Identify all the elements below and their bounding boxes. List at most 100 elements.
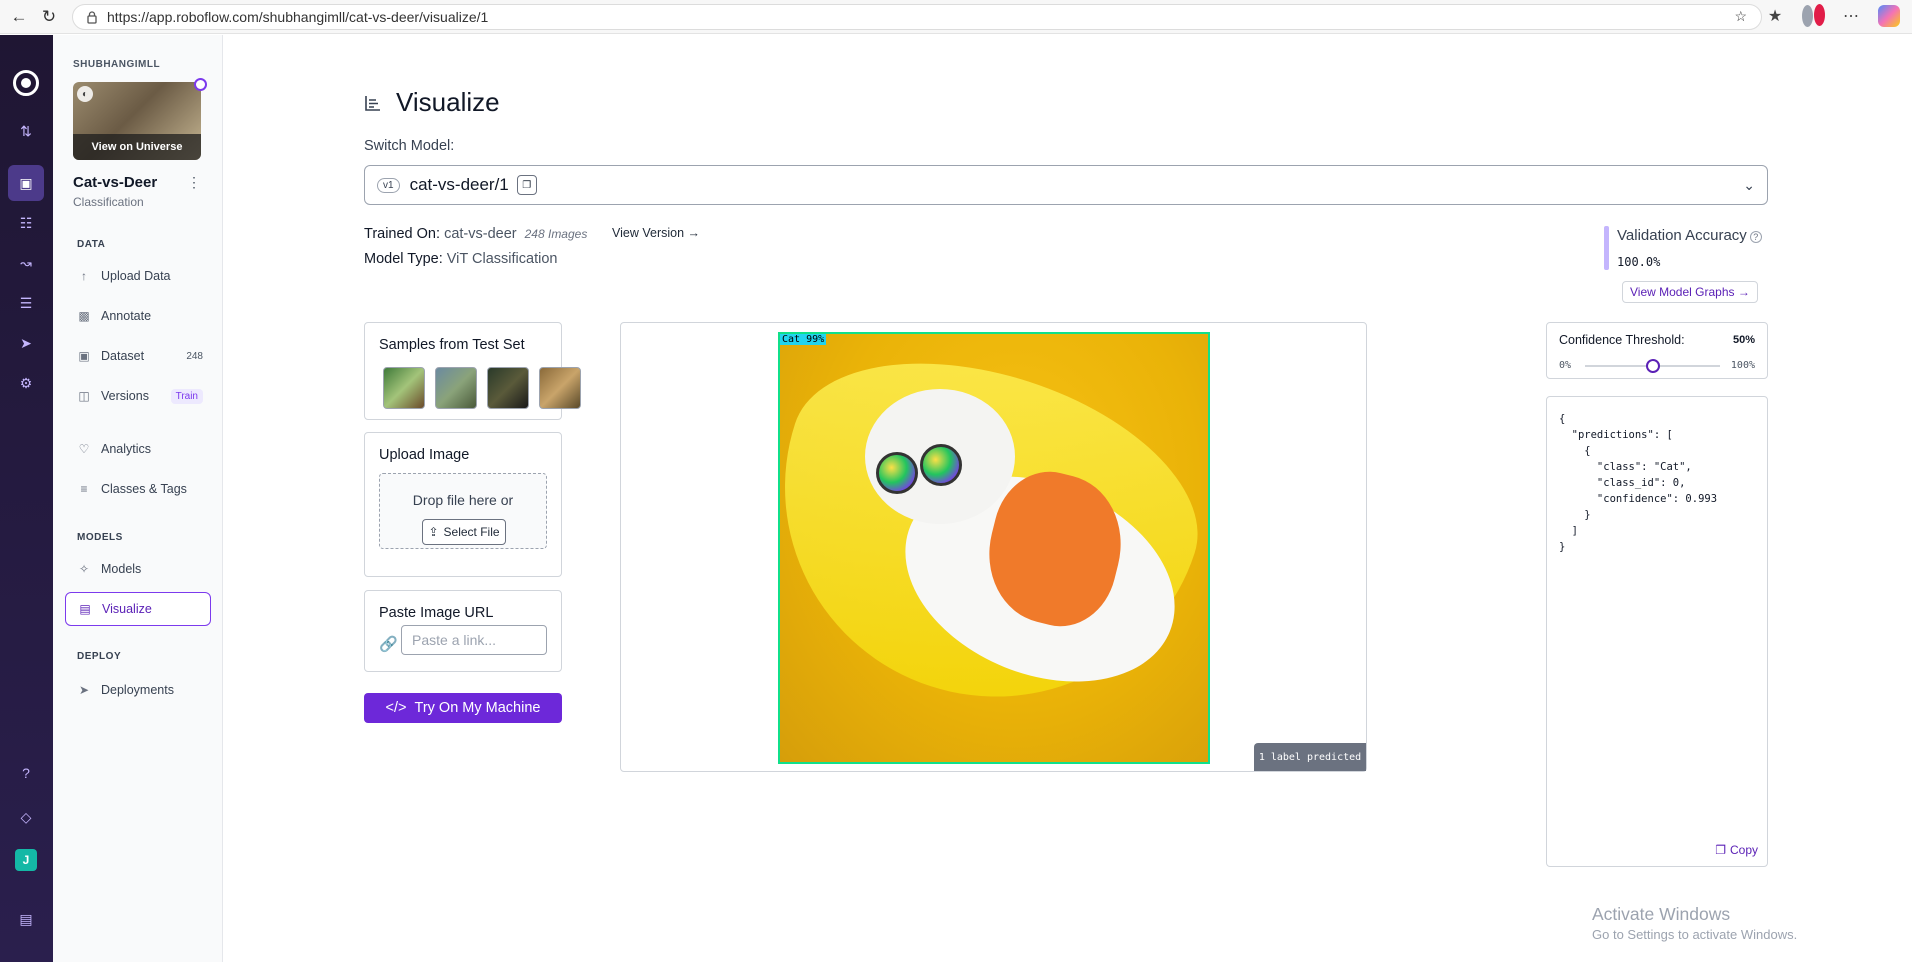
roboflow-logo-icon[interactable] — [8, 65, 44, 101]
select-file-button[interactable]: ⇪ Select File — [422, 519, 506, 545]
favorite-star-icon[interactable]: ☆ — [1734, 8, 1747, 25]
chevron-down-icon: ⌄ — [1743, 177, 1755, 193]
sidebar-item-dataset[interactable]: ▣ Dataset 248 — [65, 339, 211, 373]
address-bar[interactable]: https://app.roboflow.com/shubhangimll/ca… — [72, 4, 1762, 30]
model-type-value: ViT Classification — [446, 251, 558, 267]
project-sidebar: SHUBHANGIMLL ◐ View on Universe Cat-vs-D… — [53, 35, 223, 962]
model-name: cat-vs-deer/1 — [409, 175, 509, 194]
page-title: Visualize — [364, 87, 500, 118]
versions-icon: ◫ — [78, 389, 90, 403]
annotate-icon: ▩ — [78, 309, 90, 323]
help-icon[interactable]: ? — [8, 755, 44, 791]
sample-thumbnail[interactable] — [487, 367, 529, 409]
section-deploy: DEPLOY — [77, 651, 122, 662]
sample-thumbnail[interactable] — [539, 367, 581, 409]
workspace-name[interactable]: SHUBHANGIMLL — [73, 59, 160, 70]
upload-icon: ↑ — [81, 269, 87, 283]
train-badge[interactable]: Train — [170, 388, 203, 404]
confidence-slider-thumb[interactable] — [1645, 359, 1660, 373]
json-output-card: { "predictions": [ { "class": "Cat", "cl… — [1546, 396, 1768, 867]
sample-thumbnail[interactable] — [383, 367, 425, 409]
back-icon[interactable]: ← — [8, 6, 30, 28]
version-badge: v1 — [377, 177, 400, 193]
notifications-icon[interactable]: ◇ — [8, 799, 44, 835]
section-data: DATA — [77, 239, 106, 250]
model-type: Model Type: ViT Classification — [364, 251, 558, 267]
confidence-value: 50% — [1732, 334, 1755, 346]
windows-activation-watermark: Activate Windows Go to Settings to activ… — [1592, 904, 1798, 942]
main-content: Visualize Switch Model: v1 cat-vs-deer/1… — [224, 35, 1912, 962]
confidence-label: Confidence Threshold: — [1559, 333, 1685, 347]
monitoring-icon[interactable]: ↝ — [8, 245, 44, 281]
sidebar-item-analytics[interactable]: ♡ Analytics — [65, 432, 211, 466]
app-rail: ⇅ ▣ ☷ ↝ ☰ ➤ ⚙ ? ◇ J ▤ — [0, 35, 53, 962]
link-icon: 🔗 — [379, 636, 398, 653]
section-models: MODELS — [77, 532, 123, 543]
paste-url-title: Paste Image URL — [379, 605, 494, 621]
transfer-icon[interactable]: ⇅ — [8, 113, 44, 149]
sidebar-item-annotate[interactable]: ▩ Annotate — [65, 299, 211, 333]
sidebar-item-upload-data[interactable]: ↑ Upload Data — [65, 259, 211, 293]
drop-text: Drop file here or — [412, 492, 514, 508]
accuracy-indicator — [1604, 226, 1609, 270]
confidence-card: Confidence Threshold: 50% 0% 100% — [1546, 322, 1768, 379]
try-on-my-machine-button[interactable]: </> Try On My Machine — [364, 693, 562, 723]
confidence-slider[interactable] — [1585, 359, 1720, 373]
upload-image-card: Upload Image Drop file here or ⇪ Select F… — [364, 432, 562, 577]
paste-url-input[interactable] — [401, 625, 547, 655]
globe-icon: ◐ — [77, 86, 93, 102]
url-text: https://app.roboflow.com/shubhangimll/ca… — [107, 9, 489, 25]
view-version-link[interactable]: View Version → — [612, 226, 700, 240]
deployments-icon: ➤ — [78, 683, 90, 697]
sidebar-item-deployments[interactable]: ➤ Deployments — [65, 673, 211, 707]
projects-icon[interactable]: ▣ — [8, 165, 44, 201]
drop-zone[interactable]: Drop file here or ⇪ Select File — [379, 473, 547, 549]
models-icon: ✧ — [78, 562, 90, 576]
samples-title: Samples from Test Set — [379, 337, 525, 353]
workflows-icon[interactable]: ☷ — [8, 205, 44, 241]
upload-title: Upload Image — [379, 447, 470, 463]
project-type: Classification — [73, 195, 144, 209]
sample-thumbnail[interactable] — [435, 367, 477, 409]
project-menu-icon[interactable]: ⋮ — [187, 174, 201, 191]
docs-icon[interactable]: ▤ — [8, 901, 44, 937]
browser-toolbar: ← ↻ https://app.roboflow.com/shubhangiml… — [0, 0, 1912, 34]
status-ring-icon — [194, 78, 207, 91]
confidence-max: 100% — [1730, 360, 1755, 371]
copy-json-button[interactable]: ❐ Copy — [1715, 843, 1758, 857]
sidebar-item-classes-tags[interactable]: ≡ Classes & Tags — [65, 472, 211, 506]
lock-icon — [87, 11, 97, 24]
storage-icon[interactable]: ☰ — [8, 285, 44, 321]
image-count: 248 Images — [524, 227, 588, 241]
profile-avatar[interactable] — [1802, 4, 1825, 27]
confidence-min: 0% — [1559, 360, 1572, 371]
reload-icon[interactable]: ↻ — [38, 6, 60, 28]
samples-card: Samples from Test Set — [364, 322, 581, 420]
dataset-icon: ▣ — [78, 349, 90, 363]
sidebar-item-visualize[interactable]: ▤ Visualize — [65, 592, 211, 626]
dataset-count-badge: 248 — [186, 350, 203, 362]
copilot-icon[interactable] — [1878, 5, 1900, 27]
project-thumbnail[interactable]: ◐ View on Universe — [73, 82, 201, 160]
sidebar-item-versions[interactable]: ◫ Versions Train — [65, 379, 211, 413]
copy-model-id-icon[interactable]: ❐ — [516, 175, 537, 195]
view-on-universe-button[interactable]: View on Universe — [73, 134, 201, 160]
sidebar-item-models[interactable]: ✧ Models — [65, 552, 211, 586]
validation-accuracy-value: 100.0% — [1617, 255, 1661, 269]
settings-icon[interactable]: ⚙ — [8, 365, 44, 401]
favorites-icon[interactable]: ★ — [1764, 5, 1786, 27]
prediction-image: Cat 99% — [778, 332, 1210, 764]
copy-icon: ❐ — [1715, 843, 1726, 857]
code-icon: </> — [385, 700, 407, 716]
more-menu-icon[interactable]: ⋯ — [1840, 5, 1862, 27]
trained-on-value: cat-vs-deer — [444, 226, 517, 242]
user-avatar[interactable]: J — [8, 842, 44, 878]
paste-url-card: Paste Image URL 🔗 — [364, 590, 562, 672]
deploy-rail-icon[interactable]: ➤ — [8, 325, 44, 361]
json-output: { "predictions": [ { "class": "Cat", "cl… — [1559, 413, 1718, 553]
help-icon[interactable]: ? — [1749, 231, 1762, 243]
visualize-icon: ▤ — [79, 602, 91, 616]
view-model-graphs-button[interactable]: View Model Graphs → — [1622, 281, 1758, 303]
prediction-preview: Cat 99% 1 label predicted — [620, 322, 1367, 772]
model-select[interactable]: v1 cat-vs-deer/1 ❐ ⌄ — [364, 165, 1768, 205]
